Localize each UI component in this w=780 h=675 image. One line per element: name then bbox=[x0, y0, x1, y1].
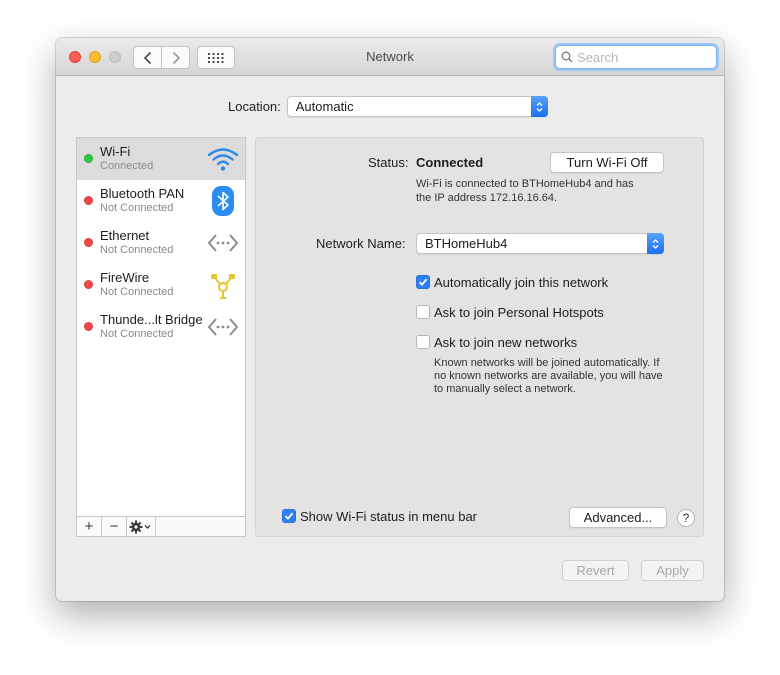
checkmark-icon bbox=[418, 278, 428, 286]
service-name: Wi-Fi bbox=[100, 144, 131, 159]
apply-button[interactable]: Apply bbox=[641, 560, 704, 581]
titlebar: Network bbox=[56, 38, 724, 76]
status-dot bbox=[84, 154, 93, 163]
ask-join-hotspots-label[interactable]: Ask to join Personal Hotspots bbox=[434, 305, 604, 320]
auto-join-label[interactable]: Automatically join this network bbox=[434, 275, 608, 290]
location-popup[interactable]: Automatic bbox=[286, 96, 548, 117]
service-item-thunderbolt-bridge[interactable]: Thunde...lt Bridge Not Connected bbox=[77, 306, 245, 348]
search-field[interactable] bbox=[555, 45, 717, 69]
show-wifi-status-checkbox[interactable] bbox=[282, 509, 296, 523]
remove-service-button[interactable]: − bbox=[102, 517, 127, 536]
service-item-wifi[interactable]: Wi-Fi Connected bbox=[77, 138, 245, 180]
network-name-label: Network Name: bbox=[316, 236, 406, 251]
advanced-button[interactable]: Advanced... bbox=[569, 507, 667, 528]
ask-join-new-networks-checkbox[interactable] bbox=[416, 335, 430, 349]
network-name-value: BTHomeHub4 bbox=[425, 236, 508, 251]
revert-button[interactable]: Revert bbox=[562, 560, 629, 581]
status-description: Wi-Fi is connected to BTHomeHub4 and has… bbox=[416, 178, 634, 204]
service-item-bluetooth-pan[interactable]: Bluetooth PAN Not Connected bbox=[77, 180, 245, 222]
service-status: Not Connected bbox=[100, 328, 174, 340]
network-name-popup[interactable]: BTHomeHub4 bbox=[416, 233, 664, 254]
turn-wifi-off-button[interactable]: Turn Wi-Fi Off bbox=[550, 152, 664, 173]
service-name: Bluetooth PAN bbox=[100, 186, 185, 201]
search-icon bbox=[561, 51, 573, 63]
service-detail-panel: Status: Connected Turn Wi-Fi Off Wi-Fi i… bbox=[255, 137, 704, 537]
show-wifi-status-label[interactable]: Show Wi-Fi status in menu bar bbox=[300, 509, 477, 524]
service-item-firewire[interactable]: FireWire Not Connected bbox=[77, 264, 245, 306]
service-status: Not Connected bbox=[100, 202, 174, 214]
search-input[interactable] bbox=[577, 49, 707, 65]
popup-arrows-icon bbox=[530, 96, 548, 117]
service-list: Wi-Fi Connected Bluetooth PAN Not Connec… bbox=[76, 137, 246, 537]
wifi-icon bbox=[207, 143, 239, 175]
location-row: Location: Automatic bbox=[228, 96, 548, 117]
bluetooth-icon bbox=[207, 185, 239, 217]
location-value: Automatic bbox=[295, 99, 354, 114]
service-list-toolbar: + − bbox=[77, 516, 245, 536]
status-dot bbox=[84, 322, 93, 331]
service-status: Not Connected bbox=[100, 286, 174, 298]
known-networks-note: Known networks will be joined automatica… bbox=[434, 357, 663, 395]
status-value: Connected bbox=[416, 155, 484, 170]
service-name: Thunde...lt Bridge bbox=[100, 312, 203, 327]
firewire-icon bbox=[207, 269, 239, 301]
service-status: Not Connected bbox=[100, 244, 174, 256]
popup-arrows-icon bbox=[647, 233, 664, 254]
checkmark-icon bbox=[284, 512, 294, 520]
add-service-button[interactable]: + bbox=[77, 517, 102, 536]
help-button[interactable]: ? bbox=[677, 509, 695, 527]
network-preferences-window: Network Location: Automatic Wi-Fi Connec… bbox=[56, 38, 724, 601]
gear-icon bbox=[129, 520, 151, 533]
status-dot bbox=[84, 280, 93, 289]
service-item-ethernet[interactable]: Ethernet Not Connected bbox=[77, 222, 245, 264]
thunderbolt-bridge-icon bbox=[207, 311, 239, 343]
ethernet-icon bbox=[207, 227, 239, 259]
location-label: Location: bbox=[228, 99, 281, 114]
status-dot bbox=[84, 196, 93, 205]
action-menu-button[interactable] bbox=[127, 517, 156, 536]
ask-join-hotspots-checkbox[interactable] bbox=[416, 305, 430, 319]
status-label: Status: bbox=[368, 155, 409, 170]
service-name: Ethernet bbox=[100, 228, 150, 243]
service-name: FireWire bbox=[100, 270, 150, 285]
status-dot bbox=[84, 238, 93, 247]
auto-join-checkbox[interactable] bbox=[416, 275, 430, 289]
service-status: Connected bbox=[100, 160, 154, 172]
ask-join-new-networks-label[interactable]: Ask to join new networks bbox=[434, 335, 577, 350]
